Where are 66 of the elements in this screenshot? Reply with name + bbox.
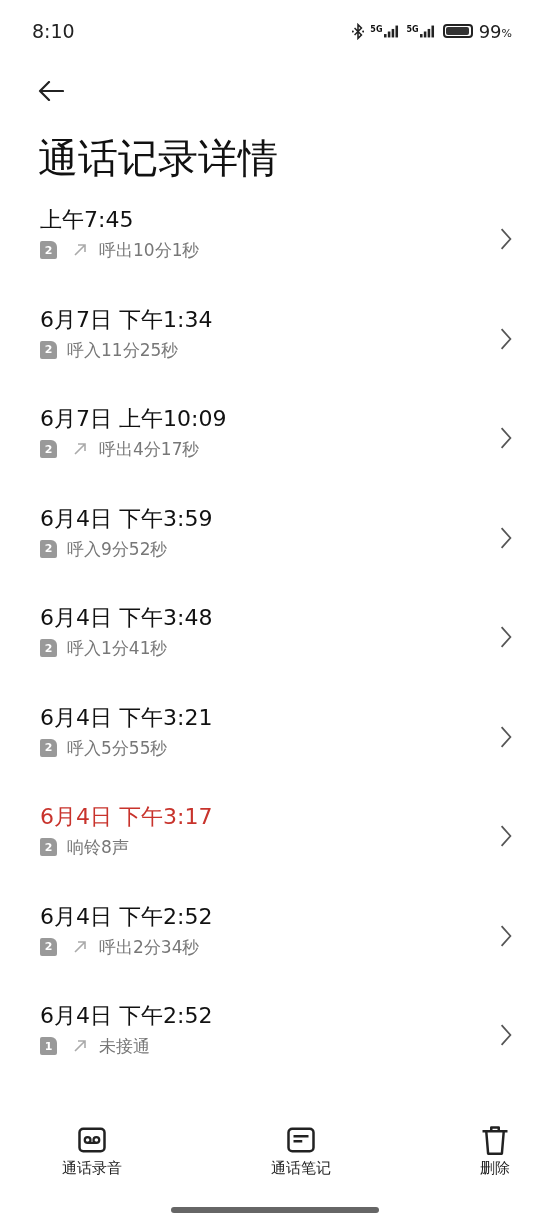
chevron-icon	[500, 626, 512, 648]
call-detail: 呼出4分17秒	[99, 438, 200, 460]
call-time: 6月4日 下午3:59	[40, 504, 213, 533]
call-record-item[interactable]: 6月4日 下午3:59 2 呼入9分52秒	[0, 503, 550, 603]
call-record-item[interactable]: 6月4日 下午3:21 2 呼入5分55秒	[0, 702, 550, 802]
call-detail: 呼入11分25秒	[67, 338, 179, 361]
action-label[interactable]: 通话录音	[62, 1159, 122, 1178]
call-record-item[interactable]: 6月4日 下午2:52 2 呼出2分34秒	[0, 901, 550, 1001]
call-time: 6月4日 下午3:48	[40, 604, 213, 632]
call-time: 6月4日 下午3:17	[40, 803, 213, 831]
signal-icon	[383, 24, 401, 38]
sim-badge: 2	[40, 937, 57, 956]
call-record-item[interactable]: 6月4日 下午3:48 2 呼入1分41秒	[0, 603, 550, 703]
sim-badge: 1	[40, 1037, 57, 1055]
sim-badge: 2	[40, 838, 57, 856]
call-detail: 呼入1分41秒	[67, 637, 168, 659]
chevron-icon	[500, 327, 512, 350]
call-time: 6月7日 下午1:34	[40, 305, 213, 334]
chevron-icon	[500, 1024, 512, 1046]
call-record-item[interactable]: 6月7日 上午10:09 2 呼出4分17秒	[0, 404, 550, 504]
sim-badge: 2	[40, 340, 57, 359]
call-detail: 呼入5分55秒	[67, 736, 168, 759]
call-record-item[interactable]: 6月4日 下午2:52 1 未接通	[0, 1001, 550, 1101]
page-title: 通话记录详情	[38, 134, 279, 183]
battery-icon	[442, 24, 473, 38]
call-detail: 响铃8声	[67, 836, 129, 858]
call-time: 6月4日 下午3:21	[40, 703, 213, 732]
action-label[interactable]: 删除	[480, 1159, 510, 1178]
sim-badge: 2	[40, 241, 57, 259]
chevron-icon	[500, 825, 512, 847]
network-label: 5G	[406, 24, 419, 34]
chevron-icon	[500, 526, 512, 549]
call-detail: 呼入9分52秒	[67, 537, 168, 560]
chevron-icon	[500, 427, 512, 449]
call-detail: 未接通	[99, 1035, 150, 1057]
call-record-item[interactable]: 上午7:45 2 呼出10分1秒	[0, 205, 550, 305]
outgoing-arrow-icon	[73, 1039, 87, 1053]
action-label[interactable]: 通话笔记	[271, 1159, 331, 1178]
chevron-icon	[500, 725, 512, 748]
battery-percent: 99	[478, 20, 502, 42]
call-record-item[interactable]: 6月7日 下午1:34 2 呼入11分25秒	[0, 304, 550, 404]
percent-sign: %	[501, 26, 512, 40]
call-record-item[interactable]: 6月4日 下午3:17 2 响铃8声	[0, 802, 550, 902]
cassette-icon[interactable]	[77, 1125, 107, 1155]
call-detail: 呼出10分1秒	[99, 239, 200, 261]
note-icon[interactable]	[286, 1125, 316, 1155]
network-label: 5G	[370, 24, 383, 34]
call-time: 上午7:45	[40, 206, 135, 234]
call-time: 6月4日 下午2:52	[40, 1002, 213, 1030]
call-time: 6月7日 上午10:09	[40, 405, 227, 433]
status-time: 8:10	[32, 20, 75, 42]
trash-icon[interactable]	[480, 1125, 510, 1155]
chevron-icon	[500, 924, 512, 947]
back-icon[interactable]	[38, 81, 64, 101]
outgoing-arrow-icon	[73, 442, 87, 456]
outgoing-arrow-icon	[73, 243, 87, 257]
outgoing-arrow-icon	[73, 939, 87, 954]
sim-badge: 2	[40, 738, 57, 757]
sim-badge: 2	[40, 539, 57, 558]
bluetooth-icon	[352, 22, 365, 40]
call-time: 6月4日 下午2:52	[40, 902, 213, 931]
chevron-icon	[500, 228, 512, 250]
call-detail: 呼出2分34秒	[99, 935, 200, 958]
sim-badge: 2	[40, 440, 57, 458]
signal-icon	[419, 24, 437, 38]
sim-badge: 2	[40, 639, 57, 657]
